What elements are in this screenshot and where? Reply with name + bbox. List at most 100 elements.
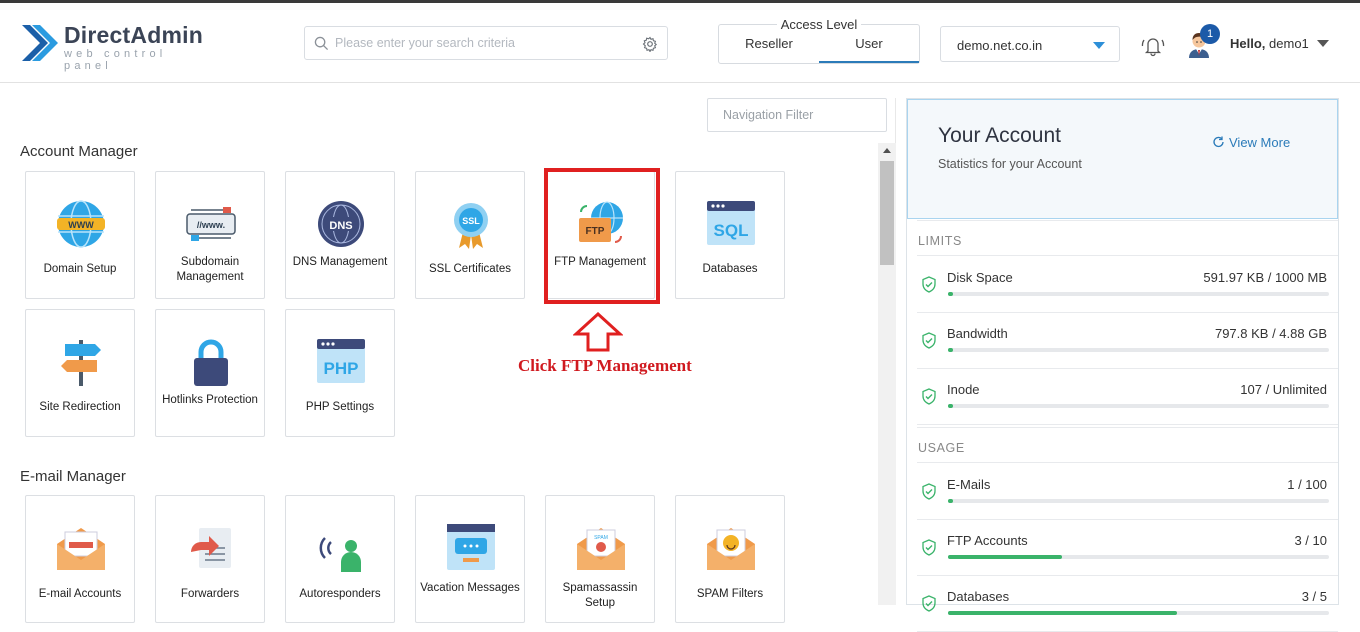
limits-group-label: LIMITS xyxy=(917,220,1338,256)
tile-autoresponders[interactable]: Autoresponders xyxy=(285,495,395,623)
logo[interactable]: DirectAdmin web control panel xyxy=(20,21,220,72)
account-panel: Your Account Statistics for your Account… xyxy=(906,98,1339,632)
stat-name: E-Mails xyxy=(947,477,991,492)
stat-value: 591.97 KB / 1000 MB xyxy=(1203,270,1327,285)
stat-value: 1 / 100 xyxy=(1287,477,1327,492)
sql-icon: SQL xyxy=(707,201,755,245)
svg-text://www.: //www. xyxy=(197,220,225,230)
stat-row: FTP Accounts 3 / 10 xyxy=(917,520,1338,576)
stat-row: Inode 107 / Unlimited xyxy=(917,369,1338,425)
header: DirectAdmin web control panel Access Lev… xyxy=(0,3,1360,83)
email-accounts-icon xyxy=(57,528,105,570)
tile-label: Hotlinks Protection xyxy=(162,394,258,406)
app-name: DirectAdmin xyxy=(64,22,203,48)
chevron-down-icon xyxy=(1093,42,1105,49)
stat-row: Databases 3 / 5 xyxy=(917,576,1338,632)
directadmin-logo-icon xyxy=(22,25,58,61)
username: demo1 xyxy=(1269,36,1309,51)
panel-subtitle: Statistics for your Account xyxy=(938,157,1082,171)
stat-progress-fill xyxy=(948,292,953,296)
scroll-up-arrow-icon[interactable] xyxy=(878,143,896,159)
stat-progress-fill xyxy=(948,404,953,408)
tile-label: Databases xyxy=(702,263,758,275)
navigation-filter[interactable] xyxy=(707,98,887,132)
domain-select[interactable]: demo.net.co.in xyxy=(940,26,1120,62)
ssl-icon: SSL xyxy=(454,203,488,249)
access-reseller-option[interactable]: Reseller xyxy=(719,36,819,63)
section-title-email-manager: E-mail Manager xyxy=(20,468,126,485)
search-icon xyxy=(314,36,329,51)
tile-label: Site Redirection xyxy=(39,401,121,413)
stat-name: Inode xyxy=(947,382,980,397)
tile-hotlinks-protection[interactable]: Hotlinks Protection xyxy=(155,309,265,437)
shield-check-icon xyxy=(922,388,936,405)
svg-text:DNS: DNS xyxy=(329,220,352,232)
greeting-text: Hello, xyxy=(1230,36,1266,51)
forwarders-icon xyxy=(191,528,231,568)
tile-label: Vacation Messages xyxy=(420,582,520,594)
refresh-link-icon xyxy=(1213,136,1224,148)
stat-name: FTP Accounts xyxy=(947,533,1028,548)
tile-email-accounts[interactable]: E-mail Accounts xyxy=(25,495,135,623)
padlock-icon xyxy=(194,339,228,386)
stat-name: Bandwidth xyxy=(947,326,1008,341)
access-level-title: Access Level xyxy=(776,17,862,32)
stat-name: Disk Space xyxy=(947,270,1013,285)
view-more-link[interactable]: View More xyxy=(1212,135,1290,150)
section-title-account-manager: Account Manager xyxy=(20,143,138,160)
php-icon: PHP xyxy=(317,339,365,383)
gear-icon[interactable] xyxy=(642,36,658,52)
svg-text:SPAM: SPAM xyxy=(594,535,608,541)
bell-icon[interactable] xyxy=(1139,33,1167,57)
tile-databases[interactable]: SQL Databases xyxy=(675,171,785,299)
access-user-option[interactable]: User xyxy=(819,36,919,63)
app-tagline: web control panel xyxy=(64,48,167,72)
account-panel-header: Your Account Statistics for your Account… xyxy=(907,99,1338,219)
stat-row: Bandwidth 797.8 KB / 4.88 GB xyxy=(917,313,1338,369)
tile-vacation-messages[interactable]: Vacation Messages xyxy=(415,495,525,623)
tile-label: DNS Management xyxy=(292,256,388,268)
tile-forwarders[interactable]: Forwarders xyxy=(155,495,265,623)
tile-ssl-certificates[interactable]: SSL SSL Certificates xyxy=(415,171,525,299)
stat-progress-fill xyxy=(948,611,1177,615)
user-greeting[interactable]: Hello, demo1 xyxy=(1230,36,1309,51)
tile-label: Spamassassin Setup xyxy=(562,582,638,609)
search-box[interactable] xyxy=(304,26,668,60)
subdomain-icon: //www. xyxy=(186,207,236,241)
spam-filter-icon xyxy=(707,528,755,570)
annotation-text: Click FTP Management xyxy=(518,356,692,375)
shield-check-icon xyxy=(922,595,936,612)
scrollbar[interactable] xyxy=(878,143,896,605)
stat-value: 797.8 KB / 4.88 GB xyxy=(1214,326,1327,341)
scroll-thumb[interactable] xyxy=(880,161,894,265)
signpost-icon xyxy=(61,340,101,386)
tile-spam-filters[interactable]: SPAM Filters xyxy=(675,495,785,623)
stat-progress-fill xyxy=(948,499,953,503)
notification-badge: 1 xyxy=(1200,24,1220,44)
tile-php-settings[interactable]: PHP PHP Settings xyxy=(285,309,395,437)
domain-select-value: demo.net.co.in xyxy=(957,38,1043,53)
stat-value: 3 / 10 xyxy=(1294,533,1327,548)
stat-value: 107 / Unlimited xyxy=(1240,382,1327,397)
svg-text:SQL: SQL xyxy=(714,221,749,240)
user-menu-chevron-icon[interactable] xyxy=(1317,40,1329,47)
stat-progress-fill xyxy=(948,348,953,352)
shield-check-icon xyxy=(922,276,936,293)
tile-domain-setup[interactable]: WWW Domain Setup xyxy=(25,171,135,299)
search-input[interactable] xyxy=(335,27,635,59)
stat-progress-bar xyxy=(948,292,1329,296)
tile-label: Subdomain Management xyxy=(176,256,244,283)
tile-label: E-mail Accounts xyxy=(38,588,122,600)
tile-label: Autoresponders xyxy=(299,588,381,600)
tile-spamassassin-setup[interactable]: SPAM Spamassassin Setup xyxy=(545,495,655,623)
tile-subdomain-management[interactable]: //www. Subdomain Management xyxy=(155,171,265,299)
navigation-filter-input[interactable] xyxy=(708,99,886,131)
shield-check-icon xyxy=(922,332,936,349)
stat-progress-bar xyxy=(948,348,1329,352)
access-level-switch: Access Level Reseller User xyxy=(718,17,920,64)
tile-label: SSL Certificates xyxy=(428,263,512,275)
stat-value: 3 / 5 xyxy=(1301,589,1327,604)
usage-group-label: USAGE xyxy=(917,427,1338,463)
tile-dns-management[interactable]: DNS DNS Management xyxy=(285,171,395,299)
tile-site-redirection[interactable]: Site Redirection xyxy=(25,309,135,437)
